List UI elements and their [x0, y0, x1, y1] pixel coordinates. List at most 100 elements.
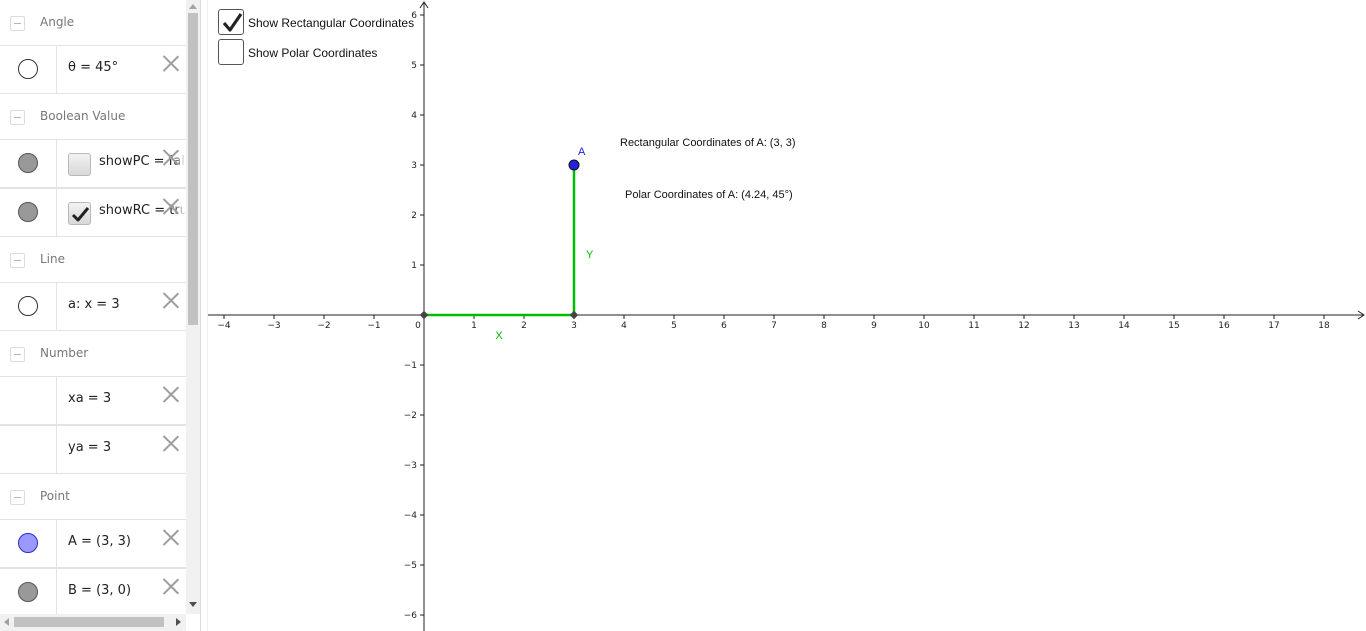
- x-tick-label: 6: [721, 321, 727, 331]
- scroll-left-icon[interactable]: [4, 618, 9, 626]
- algebra-item-point-b[interactable]: B = (3, 0): [0, 568, 186, 614]
- scroll-down-icon[interactable]: [189, 602, 197, 607]
- scroll-thumb[interactable]: [14, 617, 164, 627]
- item-expression[interactable]: a: x = 3: [68, 297, 120, 312]
- item-expression[interactable]: xa = 3: [68, 391, 111, 406]
- marble-cell: [0, 520, 57, 567]
- x-tick-label: 10: [918, 321, 930, 331]
- group-header-number[interactable]: Number: [0, 331, 186, 378]
- x-tick-label: 9: [871, 321, 877, 331]
- x-tick-label: 1: [471, 321, 477, 331]
- item-expression[interactable]: A = (3, 3): [68, 534, 131, 549]
- item-expression[interactable]: B = (3, 0): [68, 583, 131, 598]
- show-rectangular-checkbox[interactable]: [218, 9, 244, 35]
- visibility-marble-icon[interactable]: [18, 582, 38, 602]
- delete-icon[interactable]: [160, 146, 182, 168]
- marble-cell: [0, 377, 57, 424]
- marble-cell: [0, 426, 57, 473]
- view-splitter[interactable]: [200, 0, 208, 631]
- algebra-item-ya[interactable]: ya = 3: [0, 425, 186, 474]
- algebra-item-showpc[interactable]: showPC = false: [0, 139, 186, 188]
- scroll-right-icon[interactable]: [176, 618, 181, 626]
- show-polar-label[interactable]: Show Polar Coordinates: [248, 46, 377, 60]
- show-polar-checkbox[interactable]: [218, 39, 244, 65]
- x-tick-label: −4: [217, 321, 231, 331]
- group-label: Line: [40, 252, 66, 266]
- delete-icon[interactable]: [160, 383, 182, 405]
- y-tick-label: 3: [411, 161, 417, 171]
- point-a[interactable]: [568, 159, 580, 171]
- group-label: Angle: [40, 15, 75, 29]
- algebra-item-point-a[interactable]: A = (3, 3): [0, 519, 186, 568]
- axes: [208, 1, 1365, 631]
- delete-icon[interactable]: [160, 289, 182, 311]
- marble-cell: [0, 189, 57, 236]
- algebra-item-line-a[interactable]: a: x = 3: [0, 282, 186, 331]
- x-tick-label: −2: [317, 321, 330, 331]
- y-tick-label: −4: [404, 511, 418, 521]
- algebra-item-theta[interactable]: θ = 45°: [0, 45, 186, 94]
- delete-icon[interactable]: [160, 575, 182, 597]
- delete-icon[interactable]: [160, 526, 182, 548]
- x-tick-label: 18: [1318, 321, 1330, 331]
- collapse-icon[interactable]: [10, 110, 25, 125]
- showpc-checkbox[interactable]: [68, 153, 91, 176]
- delete-icon[interactable]: [160, 52, 182, 74]
- scroll-up-icon[interactable]: [189, 4, 197, 9]
- coordinate-plane[interactable]: −4 −3 −2 −1 0 1 2 3 4 5 6 7 8 9 10 11 12 13 14 15 16 17 18−6−5…: [208, 0, 1366, 631]
- y-tick-label: 4: [411, 111, 417, 121]
- geometry-objects[interactable]: X Y A: [419, 146, 594, 342]
- algebra-view: Angle θ = 45° Boolean Value showPC = fal…: [0, 0, 200, 631]
- marble-cell: [0, 140, 57, 187]
- collapse-icon[interactable]: [10, 16, 25, 31]
- x-tick-label: 2: [521, 321, 527, 331]
- collapse-icon[interactable]: [10, 253, 25, 268]
- showrc-checkbox[interactable]: [68, 202, 91, 225]
- collapse-icon[interactable]: [10, 490, 25, 505]
- x-tick-label: −1: [367, 321, 380, 331]
- visibility-marble-icon[interactable]: [18, 533, 38, 553]
- delete-icon[interactable]: [160, 432, 182, 454]
- x-tick-label: −3: [267, 321, 280, 331]
- group-header-angle[interactable]: Angle: [0, 0, 186, 47]
- group-label: Point: [40, 489, 70, 503]
- checkmark-icon: [222, 13, 243, 32]
- group-header-line[interactable]: Line: [0, 237, 186, 284]
- group-header-boolean[interactable]: Boolean Value: [0, 94, 186, 141]
- vertical-scrollbar[interactable]: [186, 0, 200, 614]
- group-header-point[interactable]: Point: [0, 474, 186, 521]
- item-expression[interactable]: ya = 3: [68, 440, 111, 455]
- scroll-thumb[interactable]: [188, 13, 198, 325]
- geogebra-app: Angle θ = 45° Boolean Value showPC = fal…: [0, 0, 1366, 631]
- rectangular-coordinates-text[interactable]: Rectangular Coordinates of A: (3, 3): [620, 137, 795, 149]
- item-expression[interactable]: θ = 45°: [68, 60, 118, 75]
- group-label: Number: [40, 346, 89, 360]
- algebra-item-xa[interactable]: xa = 3: [0, 376, 186, 425]
- algebra-list: Angle θ = 45° Boolean Value showPC = fal…: [0, 0, 186, 614]
- x-tick-label: 15: [1168, 321, 1179, 331]
- algebra-item-showrc[interactable]: showRC = true: [0, 188, 186, 237]
- marble-cell: [0, 569, 57, 614]
- visibility-marble-icon[interactable]: [18, 153, 38, 173]
- point-b-marker[interactable]: [569, 310, 579, 320]
- x-tick-label: 13: [1068, 321, 1079, 331]
- delete-icon[interactable]: [160, 195, 182, 217]
- visibility-marble-icon[interactable]: [18, 296, 38, 316]
- y-tick-label: 2: [411, 211, 417, 221]
- segment-x-label: X: [495, 330, 503, 342]
- y-tick-label: −5: [404, 561, 417, 571]
- point-a-label: A: [578, 146, 586, 158]
- polar-coordinates-text[interactable]: Polar Coordinates of A: (4.24, 45°): [625, 189, 793, 201]
- horizontal-scrollbar[interactable]: [0, 614, 186, 631]
- collapse-icon[interactable]: [10, 347, 25, 362]
- x-tick-label: 12: [1018, 321, 1029, 331]
- visibility-marble-icon[interactable]: [18, 202, 38, 222]
- x-tick-label: 8: [821, 321, 827, 331]
- x-tick-label: 5: [671, 321, 677, 331]
- checkmark-icon: [71, 207, 90, 222]
- graphics-view[interactable]: −4 −3 −2 −1 0 1 2 3 4 5 6 7 8 9 10 11 12 13 14 15 16 17 18 −6 −5…: [208, 0, 1366, 631]
- show-rectangular-label[interactable]: Show Rectangular Coordinates: [248, 16, 414, 30]
- y-tick-label: 5: [411, 61, 417, 71]
- visibility-marble-icon[interactable]: [18, 59, 38, 79]
- x-tick-label: 14: [1118, 321, 1130, 331]
